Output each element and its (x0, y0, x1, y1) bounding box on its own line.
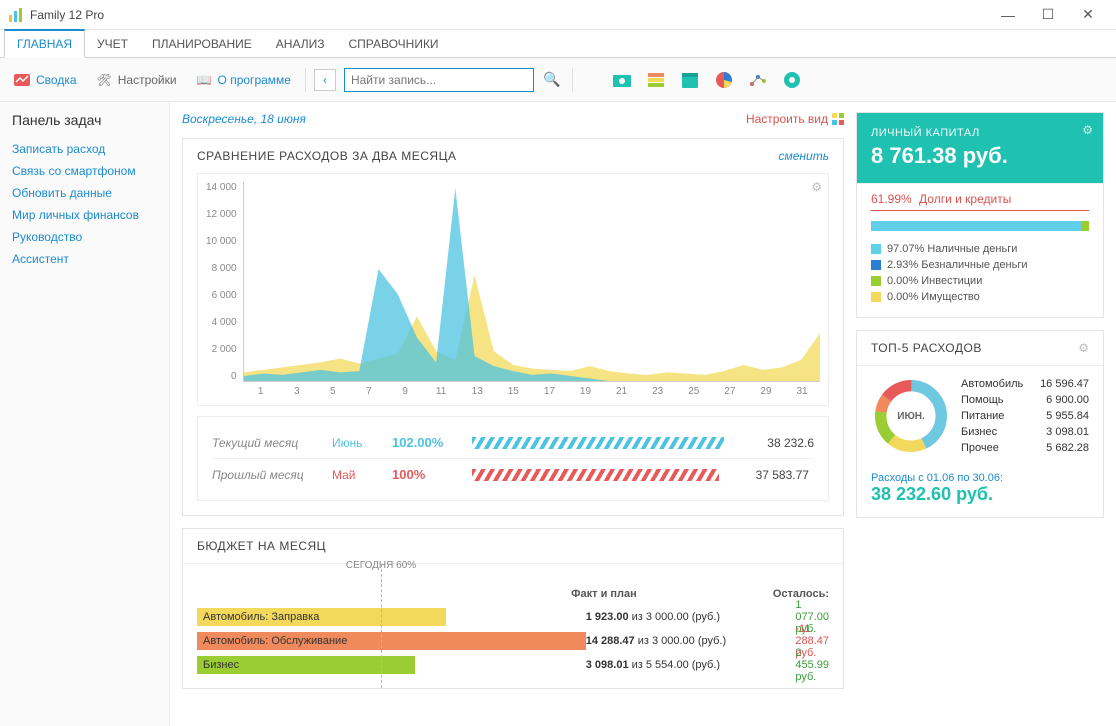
sidebar-item[interactable]: Обновить данные (12, 182, 157, 204)
current-pct: 102.00% (392, 435, 462, 450)
task-panel: Панель задач Записать расход Связь со см… (0, 102, 170, 726)
task-panel-title: Панель задач (12, 112, 157, 128)
tab-planning[interactable]: ПЛАНИРОВАНИЕ (140, 31, 264, 57)
top5-row: Автомобиль16 596.47 (961, 376, 1089, 392)
minimize-button[interactable]: — (988, 1, 1028, 29)
y-axis: 14 00012 00010 0008 0006 0004 0002 0000 (206, 182, 243, 382)
legend-item: 0.00% Имущество (871, 289, 1089, 305)
change-link[interactable]: сменить (779, 149, 829, 163)
tab-analysis[interactable]: АНАЛИЗ (264, 31, 337, 57)
separator (572, 68, 573, 92)
current-date: Воскресенье, 18 июня (182, 112, 306, 126)
compare-panel: СРАВНЕНИЕ РАСХОДОВ ЗА ДВА МЕСЯЦА сменить… (182, 138, 844, 516)
prev-pct: 100% (392, 467, 462, 482)
summary-box: Текущий месяц Июнь 102.00% 38 232.6 Прош… (197, 416, 829, 501)
tab-accounting[interactable]: УЧЕТ (85, 31, 140, 57)
tab-main[interactable]: ГЛАВНАЯ (4, 29, 85, 58)
sidebar-item[interactable]: Мир личных финансов (12, 204, 157, 226)
compare-title: СРАВНЕНИЕ РАСХОДОВ ЗА ДВА МЕСЯЦА (197, 149, 456, 163)
budget-row: Автомобиль: Обслуживание14 288.47 из 3 0… (197, 630, 829, 652)
sidebar-item[interactable]: Ассистент (12, 248, 157, 270)
top5-title: ТОП-5 РАСХОДОВ (871, 341, 982, 355)
budget-row: Бизнес3 098.01 из 5 554.00 (руб.)2 455.9… (197, 654, 829, 676)
legend-item: 0.00% Инвестиции (871, 273, 1089, 289)
settings-label: Настройки (118, 73, 177, 87)
legend-item: 97.07% Наличные деньги (871, 241, 1089, 257)
debt-pct: 61.99% (871, 192, 912, 206)
separator (305, 68, 306, 92)
current-bar (472, 437, 724, 449)
chart-box: ⚙ 14 00012 00010 0008 0006 0004 0002 000… (197, 173, 829, 406)
sidebar-item[interactable]: Руководство (12, 226, 157, 248)
prev-label: Прошлый месяц (212, 468, 332, 482)
debt-label: Долги и кредиты (919, 192, 1011, 206)
tab-reference[interactable]: СПРАВОЧНИКИ (336, 31, 450, 57)
stack-icon[interactable] (643, 67, 669, 93)
chart-plot (243, 182, 820, 382)
budget-title: БЮДЖЕТ НА МЕСЯЦ (183, 529, 843, 564)
search-wrap: 🔍 (344, 68, 564, 92)
x-axis: 135791113151719212325272931 (243, 382, 820, 397)
top5-gear-icon[interactable]: ⚙ (1078, 341, 1089, 355)
top5-row: Бизнес3 098.01 (961, 424, 1089, 440)
configure-view-link[interactable]: Настроить вид (746, 112, 844, 126)
calendar-icon[interactable] (677, 67, 703, 93)
summary-label: Сводка (36, 73, 77, 87)
summary-button[interactable]: Сводка (8, 68, 83, 92)
debt-row: 61.99% Долги и кредиты (857, 183, 1103, 215)
top5-total: 38 232.60 руб. (871, 484, 1089, 505)
titlebar: Family 12 Pro — ☐ ✕ (0, 0, 1116, 30)
top5-list: Автомобиль16 596.47Помощь6 900.00Питание… (961, 376, 1089, 456)
sidebar-item[interactable]: Записать расход (12, 138, 157, 160)
capital-value: 8 761.38 руб. (871, 143, 1089, 169)
donut-chart: ИЮН. (871, 376, 951, 456)
current-val: 38 232.6 (734, 436, 814, 450)
budget-panel: БЮДЖЕТ НА МЕСЯЦ СЕГОДНЯ 60% Факт и план … (182, 528, 844, 689)
sidebar-item[interactable]: Связь со смартфоном (12, 160, 157, 182)
top5-period: Расходы с 01.06 по 30.06: (871, 472, 1089, 484)
top5-row: Помощь6 900.00 (961, 392, 1089, 408)
book-icon: 📖 (197, 73, 212, 87)
summary-icon (14, 72, 30, 88)
chart-icon[interactable] (745, 67, 771, 93)
money-icon[interactable] (609, 67, 635, 93)
budget-col-fact: Факт и план (571, 588, 773, 600)
search-input[interactable] (344, 68, 534, 92)
about-label: О программе (218, 73, 291, 87)
app-title: Family 12 Pro (30, 8, 988, 22)
configure-view-label: Настроить вид (746, 112, 828, 126)
prev-bar (472, 469, 719, 481)
search-button[interactable]: 🔍 (540, 68, 564, 92)
capital-progress (871, 221, 1089, 231)
today-marker (381, 564, 382, 688)
prev-val: 37 583.77 (729, 468, 809, 482)
top5-row: Питание5 955.84 (961, 408, 1089, 424)
top5-panel: ТОП-5 РАСХОДОВ ⚙ ИЮН. (856, 330, 1104, 518)
main-tabs: ГЛАВНАЯ УЧЕТ ПЛАНИРОВАНИЕ АНАЛИЗ СПРАВОЧ… (0, 30, 1116, 58)
donut-center: ИЮН. (871, 376, 951, 456)
current-month: Июнь (332, 436, 392, 450)
gear-toolbar-icon[interactable] (779, 67, 805, 93)
layout-icon (832, 113, 844, 125)
prev-month: Май (332, 468, 392, 482)
settings-button[interactable]: 🛠 Настройки (91, 69, 183, 91)
current-label: Текущий месяц (212, 436, 332, 450)
search-icon: 🔍 (543, 71, 560, 88)
budget-row: Автомобиль: Заправка1 923.00 из 3 000.00… (197, 606, 829, 628)
pie-icon[interactable] (711, 67, 737, 93)
legend-item: 2.93% Безналичные деньги (871, 257, 1089, 273)
capital-legend: 97.07% Наличные деньги2.93% Безналичные … (857, 237, 1103, 317)
top5-row: Прочее5 682.28 (961, 440, 1089, 456)
toolbar: Сводка 🛠 Настройки 📖 О программе ‹ 🔍 (0, 58, 1116, 102)
maximize-button[interactable]: ☐ (1028, 1, 1068, 29)
about-button[interactable]: 📖 О программе (191, 69, 297, 91)
wrench-icon: 🛠 (97, 73, 112, 87)
capital-title: ЛИЧНЫЙ КАПИТАЛ (871, 127, 1089, 139)
app-icon (8, 7, 24, 23)
nav-back-button[interactable]: ‹ (314, 69, 336, 91)
capital-panel: ⚙ ЛИЧНЫЙ КАПИТАЛ 8 761.38 руб. 61.99% До… (856, 112, 1104, 318)
close-button[interactable]: ✕ (1068, 1, 1108, 29)
